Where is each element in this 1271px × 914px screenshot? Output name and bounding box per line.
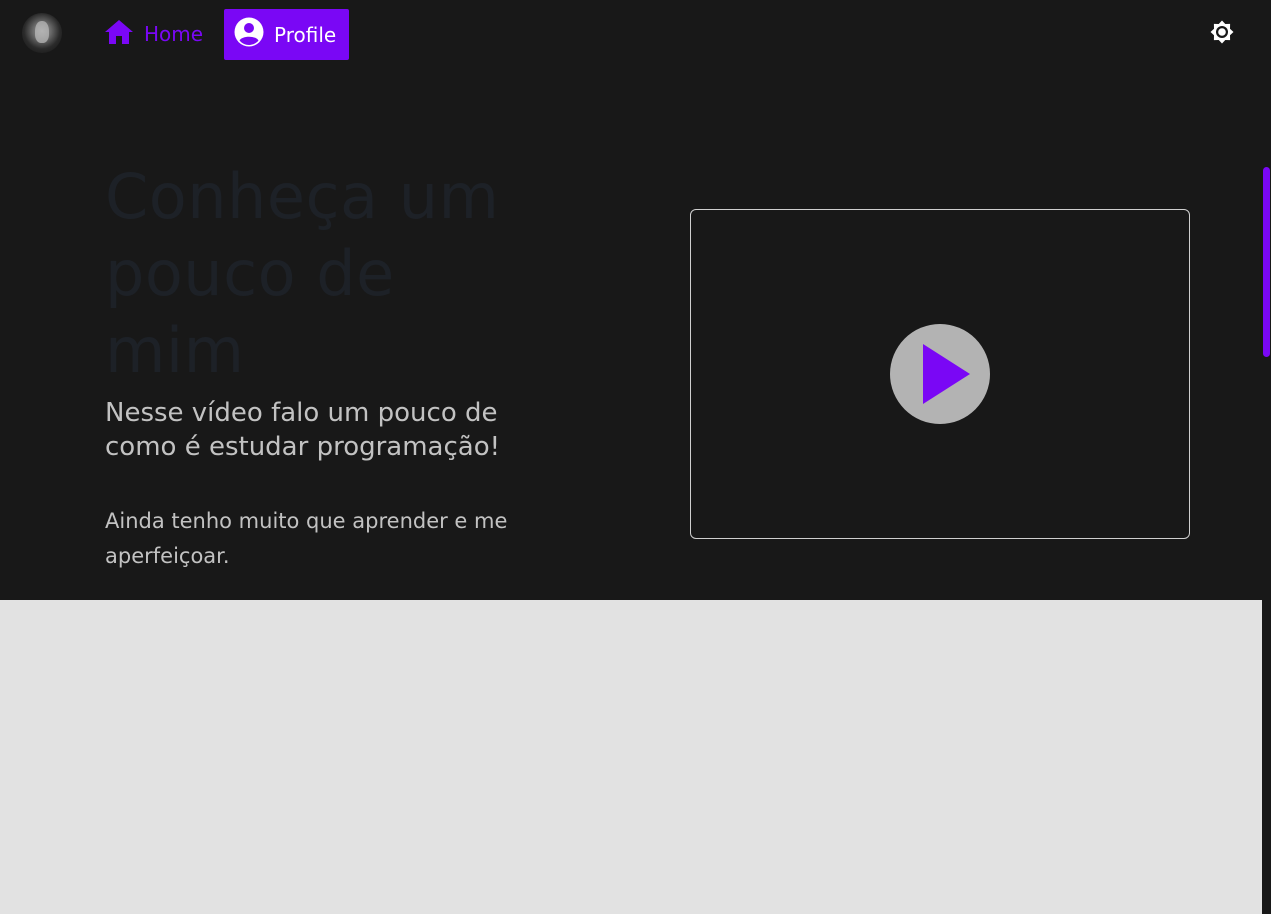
nav-profile-link[interactable]: Profile	[224, 9, 349, 60]
scrollbar-thumb[interactable]	[1263, 167, 1270, 357]
nav-home-link[interactable]: Home	[104, 18, 203, 50]
nav-home-label: Home	[144, 22, 204, 46]
nav-profile-label: Profile	[274, 22, 337, 47]
home-icon	[104, 19, 134, 50]
hero-section: Home Profile Conheça um pouco de mim Nes…	[0, 0, 1262, 600]
avatar[interactable]	[22, 13, 62, 53]
hero-text: Ainda tenho muito que aprender e me aper…	[105, 509, 508, 568]
play-button[interactable]	[890, 324, 990, 424]
brightness-icon	[1210, 20, 1234, 48]
video-player[interactable]	[690, 209, 1190, 539]
hero-title: Conheça um pouco de mim	[105, 160, 500, 387]
theme-toggle-button[interactable]	[1208, 20, 1236, 48]
scrollbar[interactable]	[1262, 0, 1271, 914]
account-circle-icon	[234, 17, 264, 52]
page: Home Profile Conheça um pouco de mim Nes…	[0, 0, 1262, 914]
hero-subtitle: Nesse vídeo falo um pouco de como é estu…	[105, 398, 501, 462]
